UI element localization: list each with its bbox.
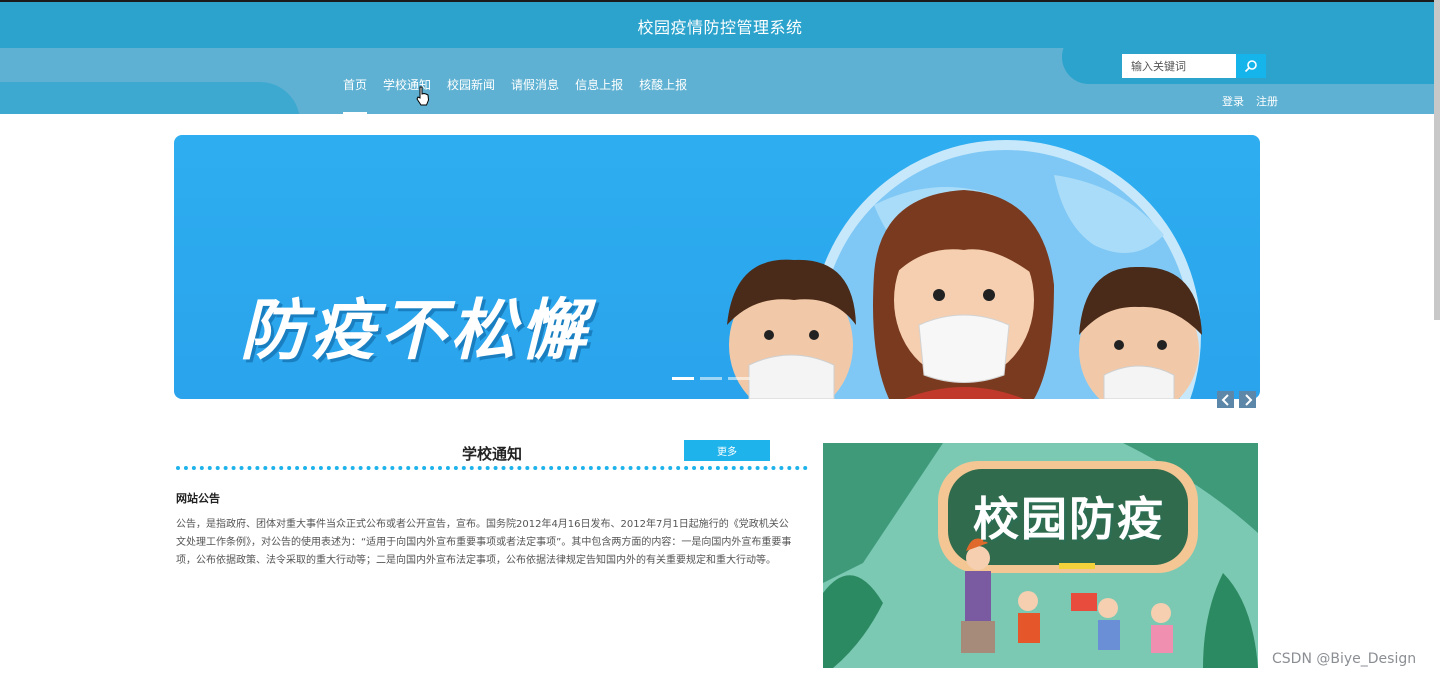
site-title: 校园疫情防控管理系统 [637,18,803,37]
more-button[interactable]: 更多 [684,440,770,461]
chevron-left-icon [1221,393,1229,406]
mouse-pointer-icon [416,86,430,106]
search-bar [1122,54,1266,78]
banner-slogan: 防疫不松懈 [240,292,590,369]
site-header: 校园疫情防控管理系统 首页 学校通知 校园新闻 请假消息 信息上报 核酸上报 登… [0,0,1440,114]
register-link[interactable]: 注册 [1256,93,1278,109]
nav-item-home[interactable]: 首页 [335,72,375,114]
carousel-dot[interactable] [700,377,722,380]
search-icon [1244,60,1257,73]
hero-banner[interactable]: 防疫不松懈 [174,135,1260,399]
article-title[interactable]: 网站公告 [176,490,220,506]
carousel-arrows [1217,391,1256,408]
carousel-dot[interactable] [728,377,750,380]
search-button[interactable] [1236,54,1266,78]
watermark: CSDN @Biye_Design [1272,651,1417,667]
chevron-right-icon [1244,393,1252,406]
main-nav: 首页 学校通知 校园新闻 请假消息 信息上报 核酸上报 [335,72,695,114]
nav-item-leave-messages[interactable]: 请假消息 [503,72,567,114]
auth-links: 登录 注册 [1222,93,1278,109]
header-top-line [0,0,1440,2]
side-image[interactable]: 校园防疫 [823,443,1258,668]
nav-item-nucleic-report[interactable]: 核酸上报 [631,72,695,114]
notice-section-header: 学校通知 更多 [176,440,808,468]
side-image-caption: 校园防疫 [973,492,1165,546]
header-left-curve [0,82,300,114]
nav-item-info-report[interactable]: 信息上报 [567,72,631,114]
carousel-indicators [672,377,750,380]
nav-item-campus-news[interactable]: 校园新闻 [439,72,503,114]
page-scrollbar[interactable] [1434,0,1440,320]
carousel-next-button[interactable] [1239,391,1256,408]
section-divider [176,466,808,470]
carousel-prev-button[interactable] [1217,391,1234,408]
carousel-dot[interactable] [672,377,694,380]
article-body: 公告，是指政府、团体对重大事件当众正式公布或者公开宣告，宣布。国务院2012年4… [176,519,792,566]
login-link[interactable]: 登录 [1222,93,1244,109]
search-input[interactable] [1122,54,1236,78]
campus-illustration [823,443,1258,668]
